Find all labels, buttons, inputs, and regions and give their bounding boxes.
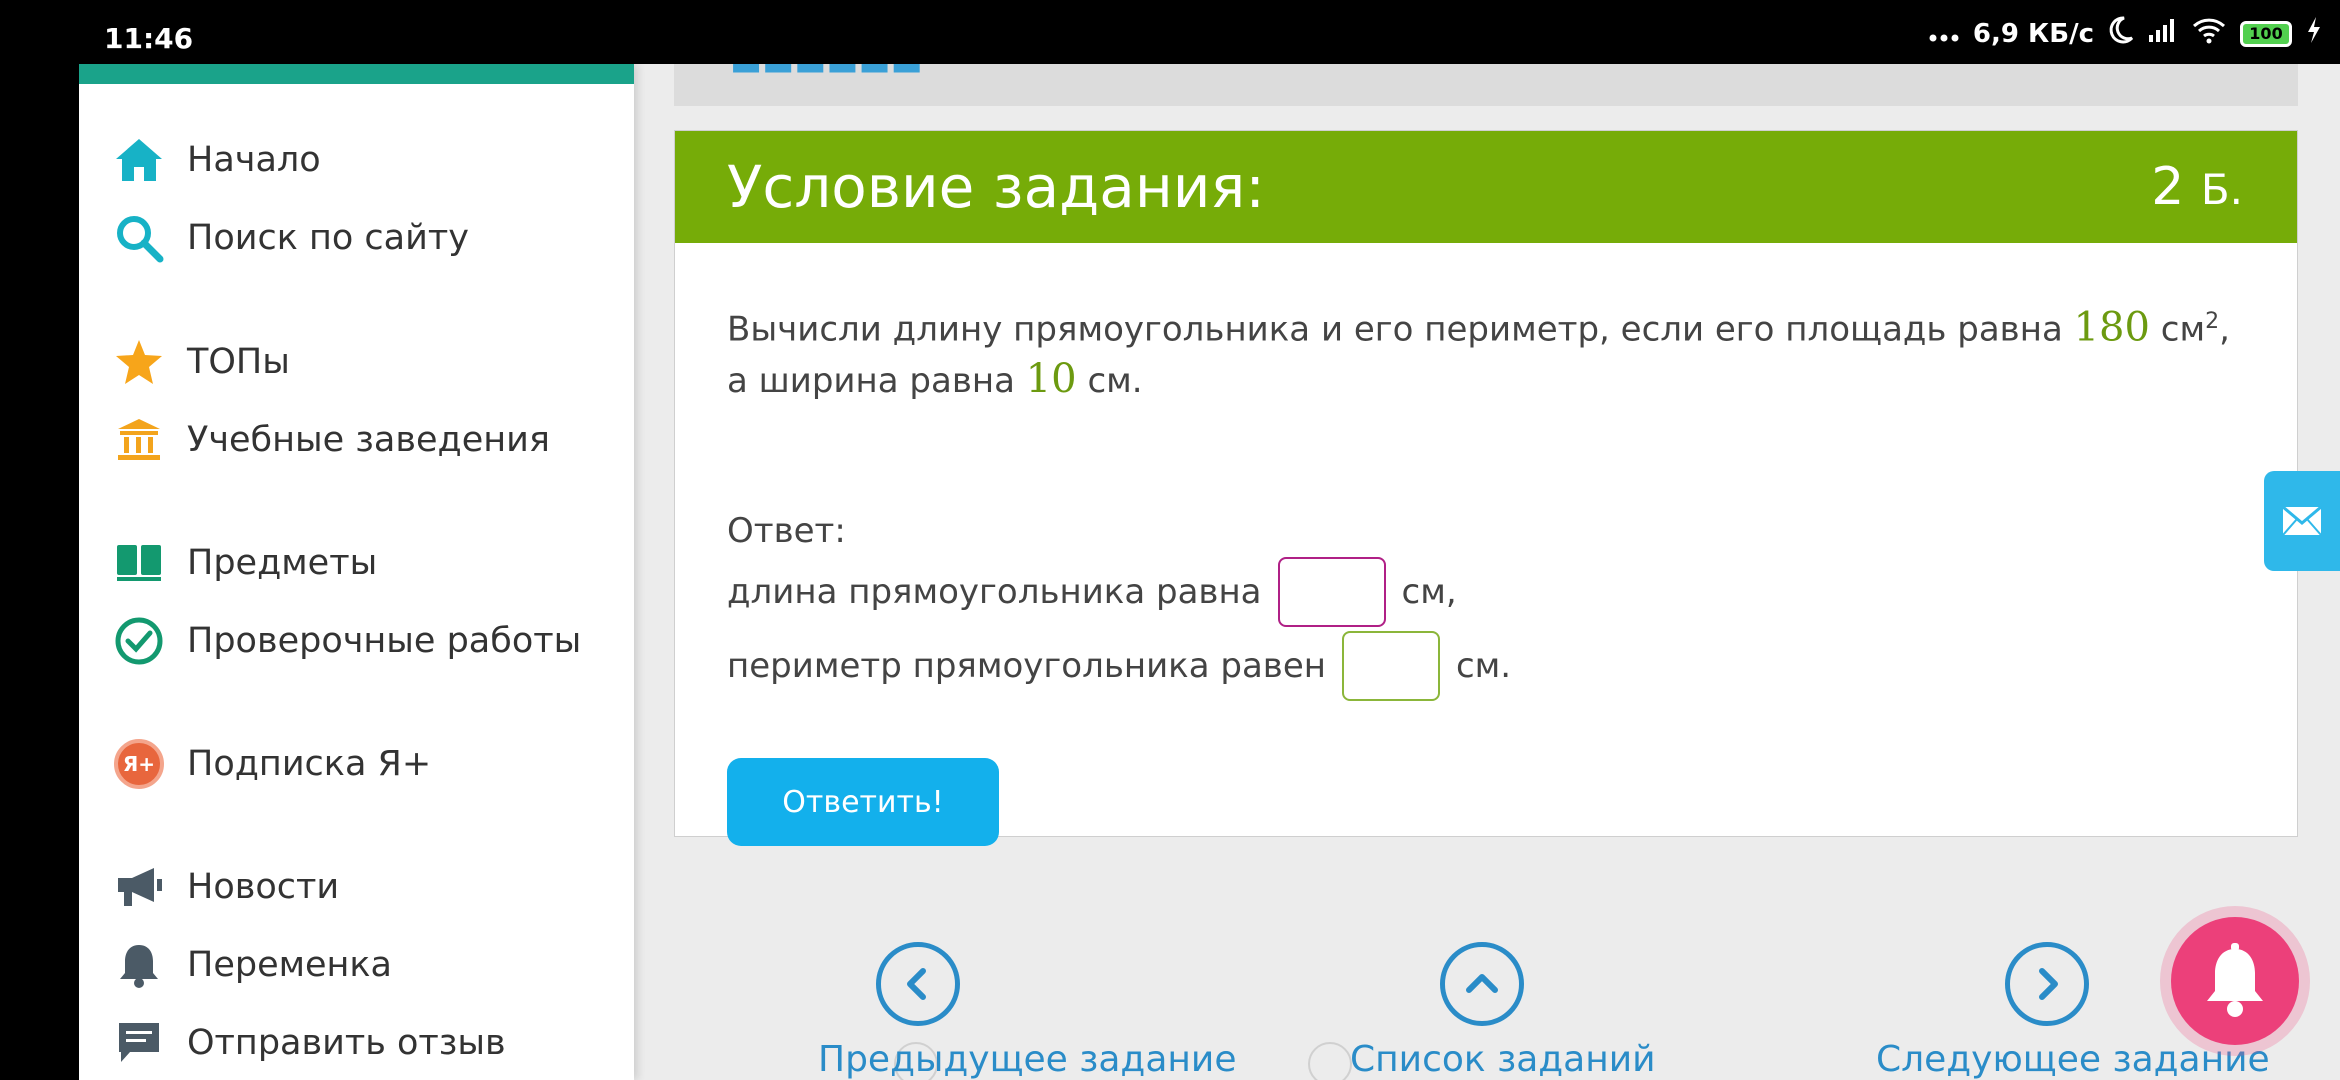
cut-off-link-fragment: ▬▬▬▬▬▬ (730, 64, 923, 84)
submit-answer-button[interactable]: Ответить! (727, 758, 999, 846)
sidebar-item-institutions[interactable]: Учебные заведения (113, 410, 550, 470)
signal-icon (2148, 17, 2178, 50)
chevron-left-icon (907, 968, 926, 1000)
length-input[interactable] (1277, 557, 1386, 627)
books-icon (113, 537, 165, 589)
sidebar-item-label: Отправить отзыв (187, 1023, 506, 1063)
sidebar-item-label: Переменка (187, 945, 393, 985)
status-right: 6,9 КБ/с 100 (1929, 16, 2322, 51)
chevron-up-icon (1466, 974, 1498, 993)
area-unit: см (2149, 309, 2206, 350)
sidebar-item-label: Подписка Я+ (187, 744, 432, 784)
main-content: ▬▬▬▬▬▬ Условие задания: 2 Б. Вычисли дли… (634, 64, 2340, 1080)
sidebar-item-tops[interactable]: ТОПы (113, 332, 290, 392)
sidebar-item-news[interactable]: Новости (113, 857, 339, 917)
search-icon (113, 212, 165, 264)
sidebar-item-break[interactable]: Переменка (113, 935, 392, 995)
star-icon (113, 336, 165, 388)
width-value: 10 (1025, 356, 1077, 403)
sidebar-item-subjects[interactable]: Предметы (113, 533, 377, 593)
bell-icon (113, 939, 165, 991)
svg-text:Я+: Я+ (123, 752, 155, 776)
next-task-button[interactable] (2005, 942, 2089, 1026)
status-time: 11:46 (104, 22, 194, 55)
sidebar-item-label: ТОПы (187, 342, 290, 382)
length-label: длина прямоугольника равна (727, 572, 1262, 612)
sidebar-item-label: Проверочные работы (187, 621, 582, 661)
perimeter-input[interactable] (1341, 631, 1440, 701)
sidebar-topbar (79, 64, 634, 84)
check-circle-icon (113, 615, 165, 667)
status-bar: 11:46 6,9 КБ/с 100 (0, 0, 2340, 64)
previous-card-fragment: ▬▬▬▬▬▬ (674, 64, 2298, 106)
sidebar-item-feedback[interactable]: Отправить отзыв (113, 1013, 506, 1073)
mail-feedback-tab[interactable] (2264, 471, 2340, 571)
task-card: Условие задания: 2 Б. Вычисли длину прям… (674, 130, 2298, 846)
sidebar-item-label: Поиск по сайту (187, 218, 469, 258)
sidebar-item-search[interactable]: Поиск по сайту (113, 208, 469, 268)
sidebar-item-tests[interactable]: Проверочные работы (113, 611, 581, 671)
bell-icon (2207, 943, 2263, 1017)
points-unit: Б. (2200, 165, 2243, 214)
institution-icon (113, 414, 165, 466)
task-list-link[interactable]: Список заданий (1350, 1039, 1656, 1080)
task-points: 2 Б. (2151, 157, 2243, 217)
points-value: 2 (2151, 157, 2185, 217)
sidebar-item-subscription[interactable]: Я+ Подписка Я+ (113, 734, 431, 794)
length-unit: см, (1401, 572, 1457, 612)
question-part-1: Вычисли длину прямоугольника и его перим… (727, 309, 2074, 350)
subscription-icon: Я+ (113, 738, 165, 790)
chevron-right-icon (2039, 968, 2058, 1000)
megaphone-icon (113, 861, 165, 913)
answer-row-perimeter: периметр прямоугольника равен см. (727, 631, 1511, 701)
answer-row-length: длина прямоугольника равна см, (727, 557, 1457, 627)
app-viewport: Начало Поиск по сайту ТОПы Учебные завед… (79, 64, 2340, 1080)
task-list-button[interactable] (1440, 942, 1524, 1026)
ghost-circle (1308, 1042, 1352, 1080)
notifications-fab[interactable] (2160, 906, 2310, 1056)
prev-task-link[interactable]: Предыдущее задание (818, 1039, 1236, 1080)
feedback-icon (113, 1017, 165, 1069)
dots-icon (1929, 17, 1959, 50)
question-part-3: см. (1076, 361, 1143, 402)
net-speed: 6,9 КБ/с (1972, 18, 2094, 49)
moon-icon (2108, 16, 2134, 51)
notifications-fab-inner (2171, 917, 2299, 1045)
wifi-icon (2192, 16, 2226, 51)
area-exponent: 2 (2205, 309, 2220, 334)
question-text: Вычисли длину прямоугольника и его перим… (727, 297, 2247, 406)
task-title: Условие задания: (727, 153, 1265, 221)
charging-icon (2306, 16, 2322, 51)
sidebar-item-label: Учебные заведения (187, 420, 550, 460)
home-icon (113, 134, 165, 186)
perimeter-label: периметр прямоугольника равен (727, 646, 1326, 686)
sidebar-item-label: Начало (187, 140, 321, 180)
battery-icon: 100 (2240, 20, 2292, 47)
sidebar-item-home[interactable]: Начало (113, 130, 321, 190)
sidebar-item-label: Новости (187, 867, 340, 907)
area-value: 180 (2073, 304, 2150, 351)
task-header: Условие задания: 2 Б. (675, 131, 2297, 243)
sidebar-menu: Начало Поиск по сайту ТОПы Учебные завед… (79, 64, 634, 1080)
perimeter-unit: см. (1455, 646, 1512, 686)
mail-icon (2282, 506, 2322, 536)
sidebar-item-label: Предметы (187, 543, 378, 583)
prev-task-button[interactable] (876, 942, 960, 1026)
answer-label: Ответ: (727, 511, 846, 551)
